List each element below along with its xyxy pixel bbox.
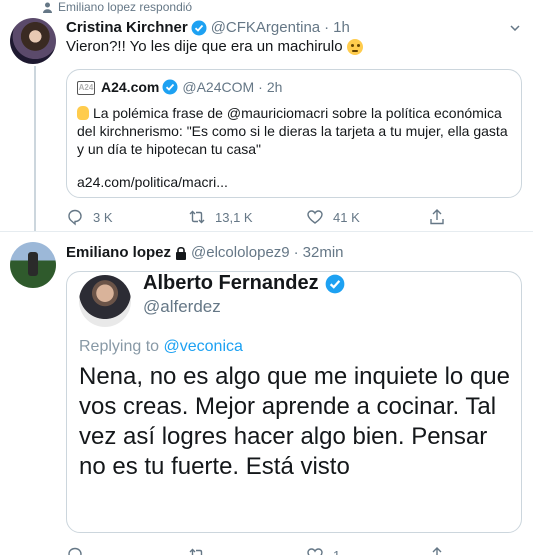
heart-icon	[307, 548, 323, 555]
timestamp[interactable]: 1h	[333, 19, 350, 36]
retweet-button[interactable]	[188, 546, 215, 555]
separator: ·	[258, 79, 263, 95]
tweet-header: Emiliano lopez @elcololopez9 · 32min	[66, 244, 344, 261]
raised-hand-emoji-icon	[77, 106, 89, 120]
quoted-tweet-header: A24.com @A24COM · 2h	[101, 79, 282, 95]
avatar[interactable]	[10, 242, 56, 288]
retweet-count: 13,1 K	[215, 209, 253, 225]
author-handle[interactable]: @CFKArgentina	[211, 19, 320, 36]
share-button[interactable]	[428, 546, 446, 555]
reply-button[interactable]	[66, 546, 93, 555]
avatar[interactable]	[10, 18, 56, 64]
author-name[interactable]: Cristina Kirchner	[66, 19, 188, 36]
rolling-eyes-emoji-icon	[346, 38, 363, 55]
image-author-name: Alberto Fernandez	[143, 272, 345, 295]
tweet-actions: 1	[66, 546, 456, 555]
image-replying-handle: @veconica	[163, 338, 243, 355]
image-tweet-text: Nena, no es algo que me inquiete lo que …	[79, 363, 510, 480]
share-icon	[432, 547, 442, 555]
quoted-tweet[interactable]: A24 A24.com @A24COM · 2h La polémica fra…	[66, 69, 522, 198]
tweet-header: Cristina Kirchner @CFKArgentina · 1h	[66, 19, 350, 36]
tweet-actions: 3 K 13,1 K 41 K	[66, 208, 456, 226]
quoted-author-handle: @A24COM	[182, 79, 255, 95]
quoted-author-name: A24.com	[101, 79, 160, 95]
like-button[interactable]: 1	[306, 546, 340, 555]
reply-button[interactable]: 3 K	[66, 208, 113, 226]
reply-icon	[68, 209, 82, 226]
author-handle[interactable]: @elcololopez9	[191, 244, 290, 261]
image-author-handle: @alferdez	[143, 297, 221, 316]
quoted-tweet-text: La polémica frase de @mauriciomacri sobr…	[77, 105, 508, 157]
reply-context-text: Emiliano lopez respondió	[58, 0, 193, 14]
timestamp[interactable]: 32min	[303, 244, 344, 261]
like-count: 1	[333, 547, 341, 555]
reply-count: 3 K	[93, 209, 113, 225]
tweet-text: Vieron?!! Yo les dije que era un machiru…	[66, 38, 363, 55]
tweet-image[interactable]: Alberto Fernandez @alferdez Replying to …	[66, 271, 522, 533]
chevron-down-icon[interactable]	[510, 25, 520, 31]
separator: ·	[324, 19, 330, 36]
lock-icon	[176, 246, 187, 260]
image-avatar	[79, 275, 131, 327]
share-icon	[430, 209, 444, 225]
like-count: 41 K	[333, 209, 360, 225]
verified-badge-icon	[325, 274, 344, 293]
heart-icon	[307, 210, 323, 224]
retweet-icon	[189, 548, 203, 555]
share-button[interactable]	[428, 208, 446, 226]
reply-context: Emiliano lopez respondió	[43, 0, 192, 14]
retweet-icon	[189, 210, 205, 224]
retweet-button[interactable]: 13,1 K	[188, 208, 253, 226]
thread-line	[34, 66, 36, 231]
a24-logo: A24	[77, 81, 95, 95]
image-replying-to: Replying to @veconica	[79, 338, 243, 355]
verified-badge-icon	[162, 79, 178, 95]
verified-badge-icon	[191, 20, 207, 35]
separator: ·	[293, 244, 299, 261]
like-button[interactable]: 41 K	[306, 208, 360, 226]
quoted-link[interactable]: a24.com/politica/macri...	[77, 174, 228, 190]
person-icon	[43, 2, 52, 13]
author-name[interactable]: Emiliano lopez	[66, 244, 171, 261]
tweet-divider	[0, 231, 533, 232]
quoted-timestamp: 2h	[266, 79, 283, 95]
reply-icon	[68, 547, 82, 555]
